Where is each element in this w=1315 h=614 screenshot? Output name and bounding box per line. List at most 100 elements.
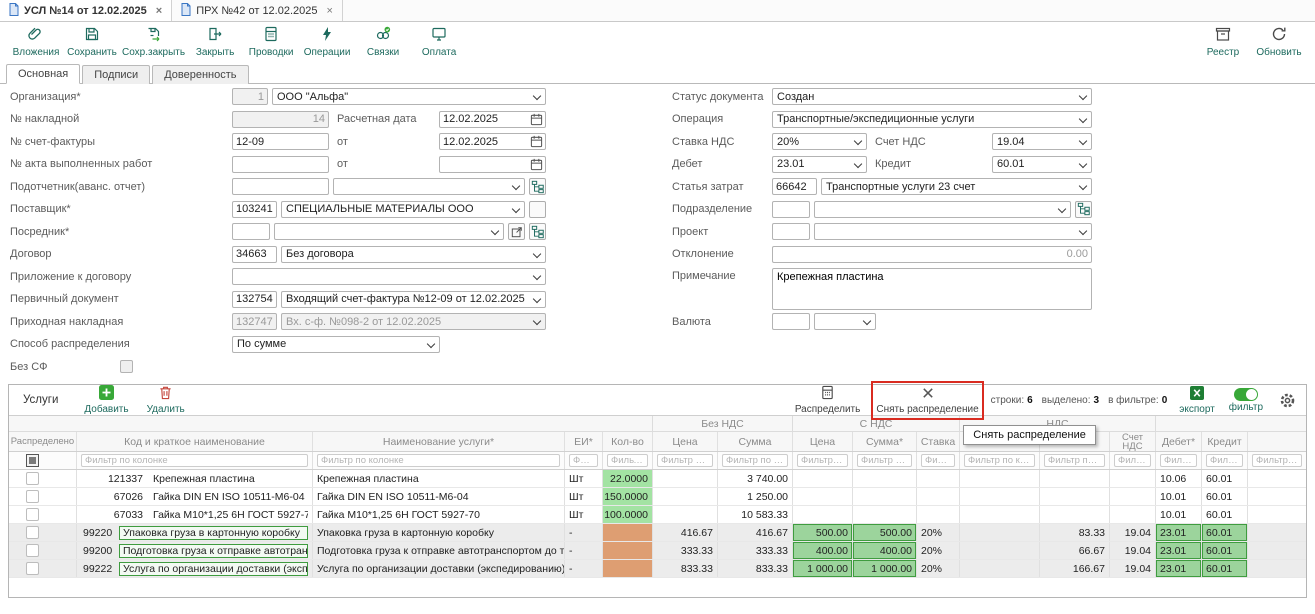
close-document-button[interactable]: Закрыть bbox=[189, 24, 241, 60]
cell-unit[interactable]: - bbox=[565, 524, 603, 541]
filter-input[interactable]: Фильтр по колонке bbox=[1206, 454, 1243, 467]
payment-button[interactable]: Оплата bbox=[413, 24, 465, 60]
tab-signatures[interactable]: Подписи bbox=[82, 65, 150, 84]
cell-debit[interactable]: 23.01 bbox=[1156, 524, 1202, 541]
cell-debit[interactable]: 23.01 bbox=[1156, 560, 1202, 577]
cell-rate[interactable] bbox=[917, 470, 960, 487]
filter-input[interactable]: Фильтр по колонке bbox=[317, 454, 560, 467]
cell-sum-vat[interactable]: 400.00 bbox=[853, 542, 917, 559]
cell-service-name[interactable]: Крепежная пластина bbox=[313, 470, 565, 487]
cell-qty[interactable] bbox=[603, 542, 653, 559]
primary-doc-code-input[interactable] bbox=[232, 291, 277, 308]
cell-unit[interactable]: - bbox=[565, 560, 603, 577]
cell-distributed[interactable] bbox=[9, 524, 77, 541]
cell-price-no-vat[interactable]: 333.33 bbox=[653, 542, 718, 559]
cell-vat-extra[interactable] bbox=[960, 560, 1040, 577]
cell-price-no-vat[interactable] bbox=[653, 488, 718, 505]
cell-rate[interactable]: 20% bbox=[917, 542, 960, 559]
mediator-code-input[interactable] bbox=[232, 223, 270, 240]
calendar-icon[interactable] bbox=[530, 158, 543, 171]
cell-vat-extra[interactable] bbox=[960, 542, 1040, 559]
cell-sum-vat[interactable] bbox=[853, 470, 917, 487]
currency-select[interactable] bbox=[814, 313, 876, 330]
col-sum-no-vat[interactable]: Сумма bbox=[718, 432, 793, 451]
cell-credit[interactable]: 60.01 bbox=[1202, 488, 1248, 505]
cell-sum-no-vat[interactable]: 3 740.00 bbox=[718, 470, 793, 487]
cell-code-name[interactable]: 67026Гайка DIN EN ISO 10511-М6-04 bbox=[77, 488, 313, 505]
cell-price-no-vat[interactable]: 833.33 bbox=[653, 560, 718, 577]
contract-select[interactable]: Без договора bbox=[281, 246, 546, 263]
cell-vat-sum[interactable]: 83.33 bbox=[1040, 524, 1110, 541]
act-number-input[interactable] bbox=[232, 156, 329, 173]
col-service-name[interactable]: Наименование услуги* bbox=[313, 432, 565, 451]
cell-sum-vat[interactable]: 500.00 bbox=[853, 524, 917, 541]
export-button[interactable]: экспорт bbox=[1179, 386, 1215, 415]
cell-sum-vat[interactable] bbox=[853, 506, 917, 523]
filter-input[interactable]: Фильтр по колонке bbox=[964, 454, 1035, 467]
cell-unit[interactable]: Шт bbox=[565, 488, 603, 505]
vat-rate-select[interactable]: 20% bbox=[772, 133, 867, 150]
save-button[interactable]: Сохранить bbox=[66, 24, 118, 60]
col-unit[interactable]: ЕИ* bbox=[565, 432, 603, 451]
cell-service-name[interactable]: Гайка DIN EN ISO 10511-М6-04 bbox=[313, 488, 565, 505]
cell-sum-no-vat[interactable]: 1 250.00 bbox=[718, 488, 793, 505]
cell-price-vat[interactable] bbox=[793, 470, 853, 487]
cell-distributed[interactable] bbox=[9, 542, 77, 559]
organization-code-input[interactable] bbox=[232, 88, 268, 105]
supplier-code-input[interactable] bbox=[232, 201, 277, 218]
filter-input[interactable]: Фильтр по колонке bbox=[857, 454, 912, 467]
cell-code-name[interactable]: 99200Подготовка груза к отправке автотра… bbox=[77, 542, 313, 559]
cell-vat-account[interactable]: 19.04 bbox=[1110, 524, 1156, 541]
cell-credit[interactable]: 60.01 bbox=[1202, 470, 1248, 487]
save-close-button[interactable]: Сохр.закрыть bbox=[122, 24, 185, 60]
cell-tail[interactable] bbox=[1248, 542, 1306, 559]
supplier-select[interactable]: СПЕЦИАЛЬНЫЕ МАТЕРИАЛЫ ООО bbox=[281, 201, 525, 218]
contract-code-input[interactable] bbox=[232, 246, 277, 263]
distribution-method-select[interactable]: По сумме bbox=[232, 336, 440, 353]
project-code-input[interactable] bbox=[772, 223, 810, 240]
undistribute-button[interactable]: Снять распределение Снять распределение bbox=[876, 386, 978, 415]
cell-vat-sum[interactable] bbox=[1040, 506, 1110, 523]
cell-unit[interactable]: - bbox=[565, 542, 603, 559]
filter-toggle-button[interactable]: фильтр bbox=[1229, 388, 1263, 413]
accountable-select[interactable] bbox=[333, 178, 525, 195]
cell-price-no-vat[interactable] bbox=[653, 506, 718, 523]
cell-qty[interactable]: 100.0000 bbox=[603, 506, 653, 523]
cell-vat-extra[interactable] bbox=[960, 524, 1040, 541]
cell-vat-extra[interactable] bbox=[960, 506, 1040, 523]
cell-distributed[interactable] bbox=[9, 488, 77, 505]
cell-vat-sum[interactable]: 166.67 bbox=[1040, 560, 1110, 577]
incoming-select[interactable]: Вх. с-ф. №098-2 от 12.02.2025 bbox=[281, 313, 546, 330]
cell-tail[interactable] bbox=[1248, 488, 1306, 505]
filter-input[interactable]: Фильтр по колонке bbox=[1252, 454, 1302, 467]
cell-tail[interactable] bbox=[1248, 524, 1306, 541]
contract-annex-select[interactable] bbox=[232, 268, 546, 285]
row-checkbox[interactable] bbox=[26, 544, 39, 557]
status-select[interactable]: Создан bbox=[772, 88, 1092, 105]
row-checkbox[interactable] bbox=[26, 472, 39, 485]
open-card-icon[interactable] bbox=[508, 223, 525, 240]
filter-input[interactable]: Фильтр по колонке bbox=[797, 454, 848, 467]
cell-vat-account[interactable] bbox=[1110, 506, 1156, 523]
filter-input[interactable]: Фильтр по колонке bbox=[722, 454, 788, 467]
cell-sum-no-vat[interactable]: 416.67 bbox=[718, 524, 793, 541]
cell-unit[interactable]: Шт bbox=[565, 506, 603, 523]
doc-tab-prh[interactable]: ПРХ №42 от 12.02.2025 × bbox=[172, 0, 343, 21]
tab-main[interactable]: Основная bbox=[6, 64, 80, 84]
filter-input[interactable]: Фильтр по колонке bbox=[81, 454, 308, 467]
cell-price-vat[interactable] bbox=[793, 506, 853, 523]
cell-credit[interactable]: 60.01 bbox=[1202, 560, 1248, 577]
cell-vat-account[interactable]: 19.04 bbox=[1110, 542, 1156, 559]
col-price-no-vat[interactable]: Цена bbox=[653, 432, 718, 451]
currency-code-input[interactable] bbox=[772, 313, 810, 330]
cell-qty[interactable]: 22.0000 bbox=[603, 470, 653, 487]
cell-vat-extra[interactable] bbox=[960, 488, 1040, 505]
credit-select[interactable]: 60.01 bbox=[992, 156, 1092, 173]
cell-tail[interactable] bbox=[1248, 470, 1306, 487]
cell-price-no-vat[interactable] bbox=[653, 470, 718, 487]
settings-gear-icon[interactable] bbox=[1279, 392, 1296, 409]
row-checkbox[interactable] bbox=[26, 562, 39, 575]
cell-sum-no-vat[interactable]: 333.33 bbox=[718, 542, 793, 559]
cell-vat-account[interactable]: 19.04 bbox=[1110, 560, 1156, 577]
cell-distributed[interactable] bbox=[9, 470, 77, 487]
